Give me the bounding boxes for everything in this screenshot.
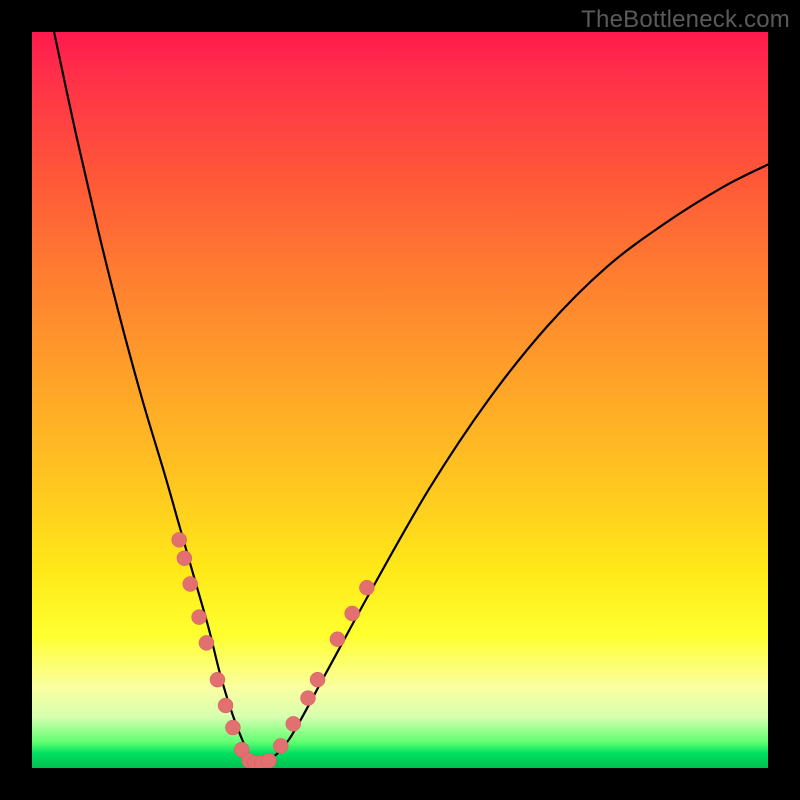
- data-marker: [177, 551, 192, 566]
- data-marker: [183, 577, 198, 592]
- data-marker: [261, 753, 276, 768]
- data-marker: [359, 580, 374, 595]
- data-marker: [301, 691, 316, 706]
- data-marker: [330, 632, 345, 647]
- data-marker: [192, 610, 207, 625]
- curve-path: [54, 32, 768, 763]
- data-marker: [172, 532, 187, 547]
- data-marker: [225, 720, 240, 735]
- data-marker: [310, 672, 325, 687]
- data-marker: [218, 698, 233, 713]
- data-marker: [286, 716, 301, 731]
- data-markers: [172, 532, 375, 768]
- chart-frame: TheBottleneck.com: [0, 0, 800, 800]
- watermark-text: TheBottleneck.com: [581, 6, 790, 34]
- data-marker: [273, 738, 288, 753]
- data-marker: [345, 606, 360, 621]
- plot-area: [32, 32, 768, 768]
- bottleneck-curve: [32, 32, 768, 768]
- data-marker: [210, 672, 225, 687]
- data-marker: [199, 635, 214, 650]
